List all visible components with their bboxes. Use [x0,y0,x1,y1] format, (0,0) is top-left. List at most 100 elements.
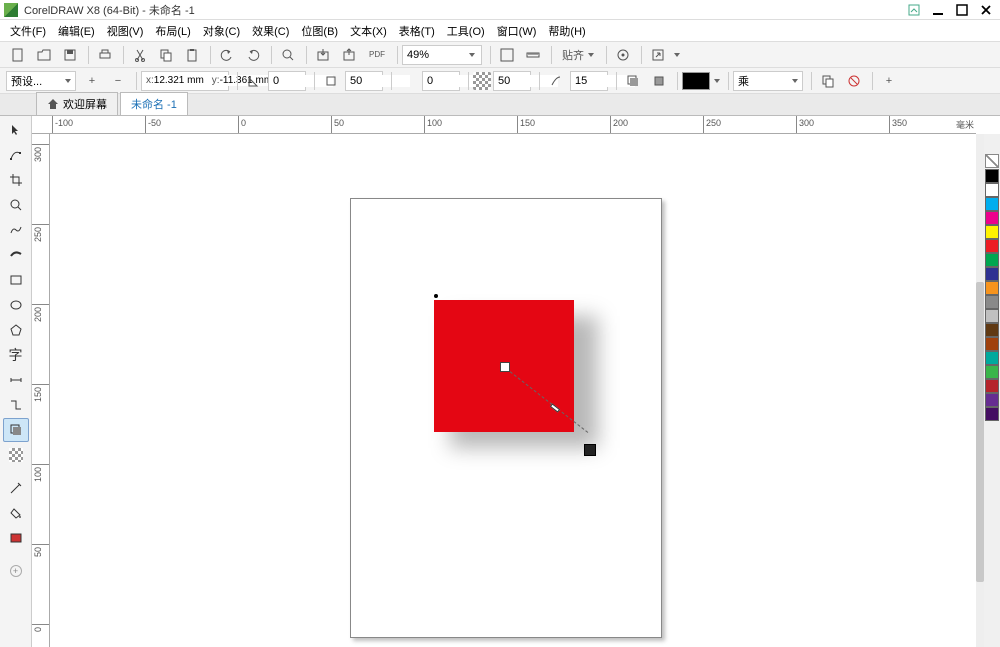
undo-button[interactable] [215,44,239,66]
scrollbar-thumb[interactable] [976,282,984,582]
shadow-end-handle[interactable] [584,444,596,456]
polygon-tool[interactable] [3,318,29,342]
menu-edit[interactable]: 编辑(E) [52,21,101,41]
menu-window[interactable]: 窗口(W) [491,21,543,41]
no-color-swatch[interactable] [985,154,999,168]
menu-help[interactable]: 帮助(H) [542,21,591,41]
save-button[interactable] [58,44,82,66]
tab-welcome[interactable]: 欢迎屏幕 [36,92,118,115]
rotation-center-marker[interactable] [434,294,438,298]
color-swatch[interactable] [985,351,999,365]
transparency-tool[interactable] [3,443,29,467]
zoom-input[interactable] [407,49,467,61]
shadow-color-well[interactable] [682,72,710,90]
color-swatch[interactable] [985,211,999,225]
freehand-tool[interactable] [3,218,29,242]
publish-pdf-button[interactable]: PDF [363,44,391,66]
color-swatch[interactable] [985,323,999,337]
separator [728,72,729,90]
fullscreen-button[interactable] [495,44,519,66]
expand-toolbox-button[interactable]: + [3,559,29,583]
menu-tools[interactable]: 工具(O) [441,21,491,41]
drop-shadow-tool[interactable] [3,418,29,442]
y-icon: y: [212,75,220,86]
add-preset-button[interactable]: + [80,70,104,92]
menu-bitmap[interactable]: 位图(B) [295,21,344,41]
color-swatch[interactable] [985,309,999,323]
artistic-media-tool[interactable] [3,243,29,267]
color-swatch[interactable] [985,295,999,309]
position-field[interactable]: x: y: [141,71,229,91]
direction-button[interactable] [621,70,645,92]
copy-button[interactable] [154,44,178,66]
color-swatch[interactable] [985,169,999,183]
color-swatch[interactable] [985,225,999,239]
eyedropper-tool[interactable] [3,476,29,500]
angle-field[interactable] [268,71,306,91]
color-swatch[interactable] [985,393,999,407]
crop-tool[interactable] [3,168,29,192]
clear-shadow-button[interactable] [842,70,866,92]
opacity-field[interactable] [493,71,531,91]
fade-field[interactable] [422,71,460,91]
menu-text[interactable]: 文本(X) [344,21,393,41]
canvas[interactable] [50,134,976,647]
feather-field[interactable] [570,71,608,91]
x-input[interactable] [154,75,212,86]
menu-view[interactable]: 视图(V) [101,21,150,41]
close-button[interactable] [976,2,996,18]
shape-tool[interactable] [3,143,29,167]
vertical-scrollbar[interactable] [976,134,984,647]
color-swatch[interactable] [985,267,999,281]
options-button[interactable] [611,44,635,66]
maximize-button[interactable] [952,2,972,18]
color-swatch[interactable] [985,239,999,253]
zoom-field[interactable] [402,45,482,65]
color-swatch[interactable] [985,365,999,379]
parallel-dim-tool[interactable] [3,368,29,392]
blend-dropdown[interactable]: 乘 [733,71,803,91]
color-swatch[interactable] [985,253,999,267]
menu-table[interactable]: 表格(T) [393,21,441,41]
shadow-start-handle[interactable] [500,362,510,372]
color-swatch[interactable] [985,379,999,393]
import-button[interactable] [311,44,335,66]
menu-object[interactable]: 对象(C) [197,21,246,41]
ellipse-tool[interactable] [3,293,29,317]
snap-button[interactable]: 贴齐 [556,44,600,66]
paste-button[interactable] [180,44,204,66]
remove-preset-button[interactable]: − [106,70,130,92]
rectangle-tool[interactable] [3,268,29,292]
menu-file[interactable]: 文件(F) [4,21,52,41]
tab-document[interactable]: 未命名 -1 [120,92,188,115]
pick-tool[interactable] [3,118,29,142]
connector-tool[interactable] [3,393,29,417]
zoom-tool[interactable] [3,193,29,217]
minimize-button[interactable] [928,2,948,18]
color-swatch[interactable] [985,337,999,351]
copy-shadow-button[interactable] [816,70,840,92]
preset-dropdown[interactable]: 预设... [6,71,76,91]
rulers-button[interactable] [521,44,545,66]
stretch-field[interactable] [345,71,383,91]
doc-switch-icon[interactable] [904,2,924,18]
smart-fill-tool[interactable] [3,526,29,550]
interactive-fill-tool[interactable] [3,501,29,525]
cut-button[interactable] [128,44,152,66]
color-swatch[interactable] [985,183,999,197]
color-swatch[interactable] [985,407,999,421]
export-button[interactable] [337,44,361,66]
menu-effects[interactable]: 效果(C) [246,21,295,41]
new-button[interactable] [6,44,30,66]
color-swatch[interactable] [985,281,999,295]
add-toolbar-button[interactable]: + [877,70,901,92]
open-button[interactable] [32,44,56,66]
menu-layout[interactable]: 布局(L) [149,21,196,41]
redo-button[interactable] [241,44,265,66]
text-tool[interactable]: 字 [3,343,29,367]
launch-button[interactable] [646,44,670,66]
print-button[interactable] [93,44,117,66]
search-button[interactable] [276,44,300,66]
color-swatch[interactable] [985,197,999,211]
edge-button[interactable] [647,70,671,92]
